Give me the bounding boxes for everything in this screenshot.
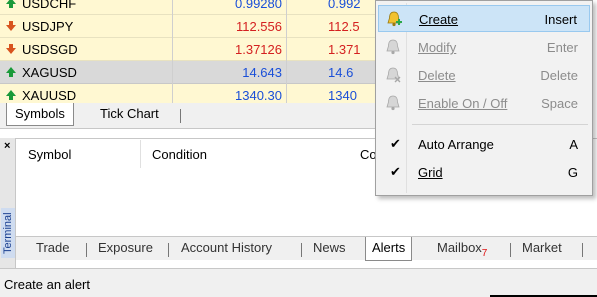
alarm-bell-delete-icon (386, 67, 401, 83)
table-row[interactable]: XAUUSD 1340.30 1340 (0, 84, 400, 103)
market-watch-tabs: Symbols Tick Chart (0, 103, 400, 129)
ask-cell: 1340 (328, 88, 357, 103)
bid-cell: 1340.30 (235, 88, 282, 103)
bid-cell: 0.99280 (235, 0, 282, 11)
bid-cell: 112.556 (235, 19, 282, 34)
tab-symbols[interactable]: Symbols (6, 103, 74, 126)
menu-item-shortcut: Space (541, 96, 578, 111)
terminal-vertical-label: Terminal (1, 208, 15, 258)
menu-item-label: Create (419, 12, 459, 27)
alarm-bell-toggle-icon (386, 95, 400, 111)
table-row[interactable]: USDSGD 1.37126 1.371 (0, 38, 400, 61)
menu-item-label: Grid (418, 165, 443, 180)
column-divider[interactable] (286, 0, 287, 103)
status-bar: Create an alert (0, 268, 597, 297)
terminal-tabs: Trade Exposure Account History News Aler… (16, 236, 597, 261)
tab-mailbox-label: Mailbox (437, 240, 482, 255)
ask-cell: 14.6 (328, 65, 354, 80)
tab-account-history[interactable]: Account History (181, 240, 272, 255)
bid-cell: 14.643 (242, 65, 282, 80)
menu-item-shortcut: G (567, 165, 578, 180)
menu-item-shortcut: Enter (546, 40, 578, 55)
tab-tick-chart[interactable]: Tick Chart (92, 103, 167, 126)
menu-item-delete[interactable]: Delete Delete (378, 62, 590, 89)
ask-cell: 1.371 (328, 42, 361, 57)
arrow-up-icon (6, 90, 16, 100)
tab-alerts[interactable]: Alerts (365, 237, 413, 261)
column-header-condition[interactable]: Condition (152, 147, 207, 162)
tab-mailbox[interactable]: Mailbox7 (437, 240, 487, 259)
arrow-down-icon (6, 21, 16, 31)
tab-separator (301, 243, 302, 257)
menu-item-label: Modify (418, 40, 457, 55)
menu-item-label: Delete (418, 68, 456, 83)
tab-separator (180, 109, 181, 123)
tab-trade[interactable]: Trade (36, 240, 69, 255)
menu-item-grid[interactable]: ✔ Grid G (378, 159, 590, 186)
close-icon[interactable]: × (4, 140, 10, 152)
menu-item-auto-arrange[interactable]: ✔ Auto Arrange A (378, 131, 590, 158)
alarm-bell-add-icon (387, 11, 402, 27)
tab-separator (86, 243, 87, 257)
column-divider[interactable] (172, 0, 173, 103)
arrow-up-icon (6, 0, 16, 8)
menu-item-shortcut: A (569, 137, 578, 152)
column-header-symbol[interactable]: Symbol (28, 147, 71, 162)
checkmark-icon: ✔ (390, 136, 401, 151)
menu-item-enable-on-off[interactable]: Enable On / Off Space (378, 90, 590, 117)
tab-separator (510, 243, 511, 257)
menu-item-create[interactable]: Create Insert (378, 5, 590, 32)
symbol-cell: XAGUSD (22, 65, 77, 80)
symbol-cell: XAUUSD (22, 88, 77, 103)
ask-cell: 0.992 (328, 0, 361, 11)
checkmark-icon: ✔ (390, 164, 401, 179)
menu-item-label: Enable On / Off (418, 96, 508, 111)
table-row[interactable]: USDJPY 112.556 112.5 (0, 15, 400, 38)
arrow-down-icon (6, 44, 16, 54)
alerts-context-menu: Create Insert Modify Enter Delete Delete… (375, 0, 593, 196)
tab-separator (168, 243, 169, 257)
symbol-cell: USDJPY (22, 19, 74, 34)
market-watch-table: USDCHF 0.99280 0.992 USDJPY 112.556 112.… (0, 0, 400, 103)
menu-item-modify[interactable]: Modify Enter (378, 34, 590, 61)
alarm-bell-edit-icon (386, 39, 400, 55)
symbol-cell: USDCHF (22, 0, 77, 11)
menu-item-shortcut: Insert (544, 12, 577, 27)
ask-cell: 112.5 (328, 19, 360, 34)
table-row[interactable]: USDCHF 0.99280 0.992 (0, 0, 400, 15)
status-text: Create an alert (4, 277, 90, 292)
tab-market[interactable]: Market (522, 240, 562, 255)
menu-item-label: Auto Arrange (418, 137, 494, 152)
bid-cell: 1.37126 (235, 42, 282, 57)
tab-exposure[interactable]: Exposure (98, 240, 153, 255)
tab-news[interactable]: News (313, 240, 346, 255)
menu-separator (412, 124, 588, 125)
table-row-selected[interactable]: XAGUSD 14.643 14.6 (0, 61, 400, 84)
mailbox-count-badge: 7 (481, 248, 488, 259)
tab-separator (582, 243, 583, 257)
column-divider[interactable] (140, 140, 141, 168)
symbol-cell: USDSGD (22, 42, 78, 57)
arrow-up-icon (6, 67, 16, 77)
menu-item-shortcut: Delete (540, 68, 578, 83)
